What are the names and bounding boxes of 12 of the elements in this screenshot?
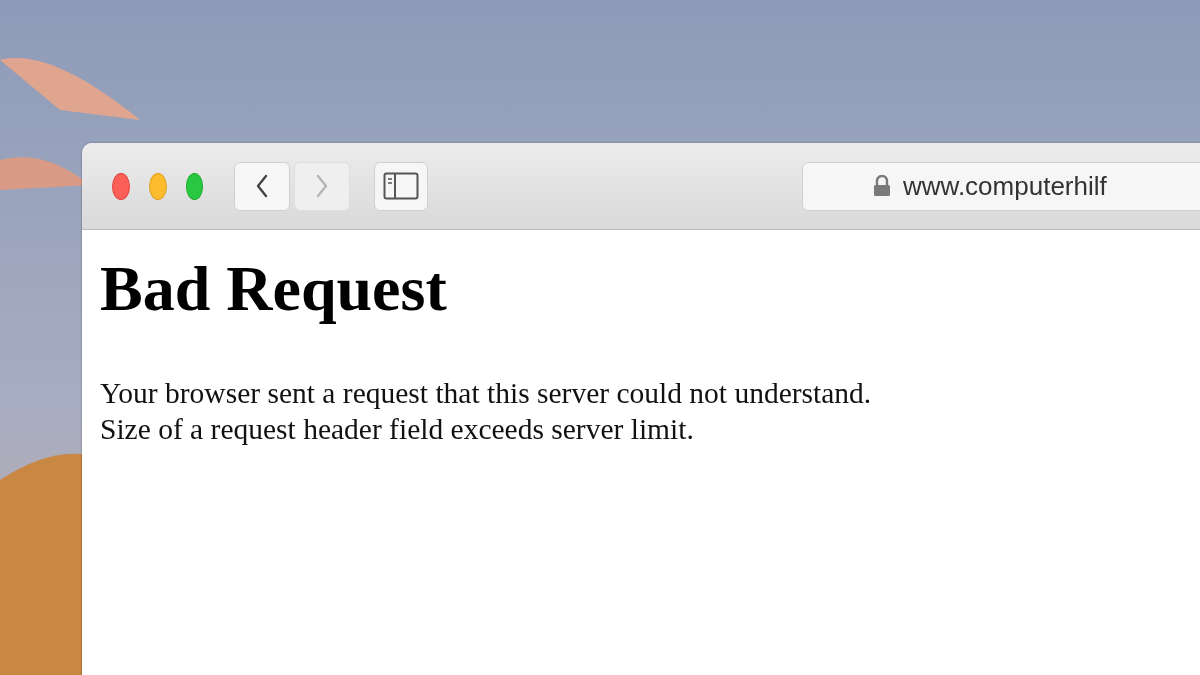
minimize-button[interactable] — [148, 172, 167, 200]
page-heading: Bad Request — [100, 252, 448, 326]
chevron-left-icon — [255, 174, 270, 198]
back-button[interactable] — [234, 161, 291, 211]
address-field[interactable]: www.computerhilf — [802, 161, 1200, 211]
sidebar-icon — [383, 172, 420, 200]
error-message: Your browser sent a request that this server could not understand. — [100, 376, 873, 411]
close-button[interactable] — [112, 172, 130, 200]
error-message: Size of a request header field exceeds server limit. — [100, 412, 695, 447]
sidebar-button[interactable] — [374, 161, 428, 211]
zoom-button[interactable] — [185, 172, 204, 200]
chevron-right-icon — [315, 174, 330, 198]
